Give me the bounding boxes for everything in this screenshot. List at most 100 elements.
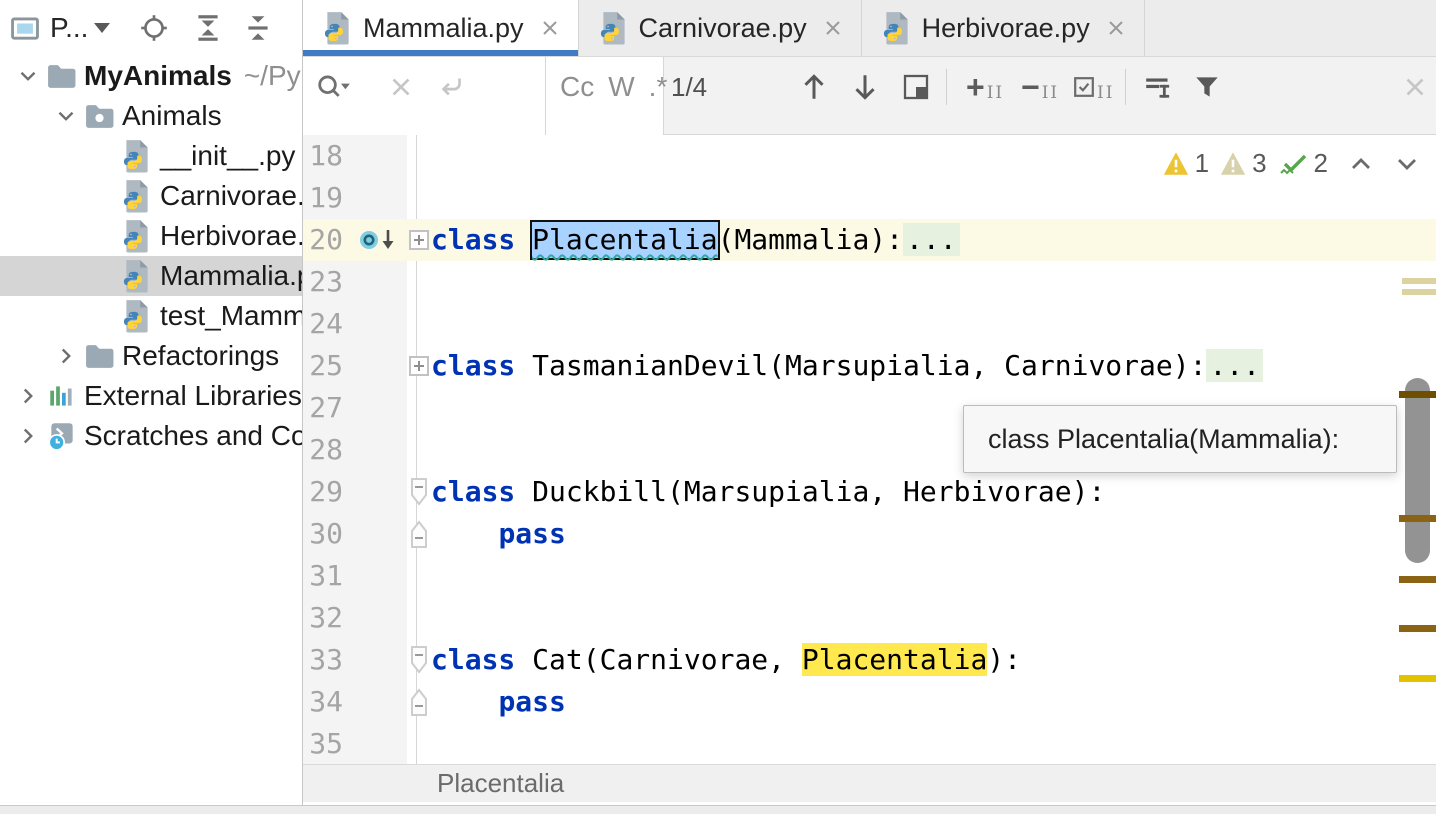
chevron-right-icon[interactable] xyxy=(48,343,84,369)
override-marker-icon[interactable] xyxy=(349,219,407,261)
folded-region[interactable]: ... xyxy=(903,223,960,256)
previous-occurrence-button[interactable] xyxy=(798,67,830,107)
sidebar-item-animals[interactable]: Animals xyxy=(0,96,302,136)
search-toggles: Cc W .* xyxy=(546,57,664,135)
tab-carnivorae-py[interactable]: Carnivorae.py xyxy=(579,0,862,56)
error-stripe-mark[interactable] xyxy=(1402,289,1436,295)
close-tab-icon[interactable] xyxy=(821,16,845,40)
line-number: 34 xyxy=(303,681,349,723)
preserve-case-button[interactable] xyxy=(1141,67,1177,107)
next-problem-icon[interactable] xyxy=(1392,149,1422,179)
close-findbar-icon[interactable] xyxy=(1399,67,1431,107)
fold-open-top-icon[interactable] xyxy=(407,471,431,513)
gutter-icon-slot xyxy=(349,723,407,764)
code-line-30: 30 pass xyxy=(303,513,1436,555)
prev-problem-icon[interactable] xyxy=(1346,149,1376,179)
error-stripe-mark[interactable] xyxy=(1402,278,1436,284)
weak-warning-count: 3 xyxy=(1252,148,1266,179)
search-input[interactable] xyxy=(303,57,546,135)
tab-mammalia-py[interactable]: Mammalia.py xyxy=(303,0,579,56)
sidebar-item-myanimals[interactable]: MyAnimals~/Py xyxy=(0,56,302,96)
next-occurrence-button[interactable] xyxy=(849,67,881,107)
filter-icon[interactable] xyxy=(1191,67,1223,107)
code-text[interactable]: class Placentalia(Mammalia):... xyxy=(431,219,960,261)
sidebar-item-mammalia-py[interactable]: Mammalia.py xyxy=(0,256,302,296)
gutter-icon-slot xyxy=(349,429,407,471)
fold-plus-icon[interactable] xyxy=(407,345,431,387)
clear-search-icon[interactable] xyxy=(385,71,417,103)
tree-item-label: __init__.py xyxy=(160,140,295,172)
sidebar-item--init-py[interactable]: __init__.py xyxy=(0,136,302,176)
remove-selection-button[interactable]: −II xyxy=(1021,67,1059,107)
code-text[interactable]: pass xyxy=(431,513,566,555)
error-stripe-mark[interactable] xyxy=(1399,675,1436,682)
error-stripe-mark[interactable] xyxy=(1399,625,1436,632)
weak-warning-indicator[interactable]: 3 xyxy=(1219,148,1266,179)
sidebar-item-herbivorae-py[interactable]: Herbivorae.py xyxy=(0,216,302,256)
regex-toggle[interactable]: .* xyxy=(649,71,668,103)
line-number: 25 xyxy=(303,345,349,387)
collapse-all-icon[interactable] xyxy=(242,8,274,48)
code-segment: Duckbill(Marsupialia, Herbivorae): xyxy=(515,475,1105,508)
folded-region[interactable]: ... xyxy=(1206,349,1263,382)
tree-item-label: Carnivorae.py xyxy=(160,180,303,212)
search-magnifier-icon[interactable] xyxy=(313,70,351,104)
chevron-right-icon[interactable] xyxy=(10,383,46,409)
match-case-toggle[interactable]: Cc xyxy=(560,71,594,103)
sidebar-item-test-mammalia-py[interactable]: test_Mammalia.py xyxy=(0,296,302,336)
breadcrumb-item[interactable]: Placentalia xyxy=(437,768,564,799)
status-bar xyxy=(0,805,1436,814)
tree-item-label: MyAnimals xyxy=(84,60,232,92)
open-in-find-window-button[interactable] xyxy=(901,67,931,107)
tool-window-icon[interactable] xyxy=(8,8,42,48)
chevron-down-icon[interactable] xyxy=(48,103,84,129)
findbar-separator xyxy=(946,69,947,105)
error-stripe-mark[interactable] xyxy=(1399,576,1436,583)
python-file-icon xyxy=(122,139,156,173)
code-text[interactable]: class TasmanianDevil(Marsupialia, Carniv… xyxy=(431,345,1263,387)
sidebar-item-scratches-and-consoles[interactable]: Scratches and Consoles xyxy=(0,416,302,456)
tab-label: Mammalia.py xyxy=(363,13,524,44)
add-selection-button[interactable]: +II xyxy=(966,67,1004,107)
ok-indicator[interactable]: 2 xyxy=(1277,148,1328,179)
error-stripe-mark[interactable] xyxy=(1399,391,1436,398)
words-toggle[interactable]: W xyxy=(608,71,634,103)
chevron-down-icon[interactable] xyxy=(10,63,46,89)
scratches-icon xyxy=(46,420,80,452)
sidebar-item-carnivorae-py[interactable]: Carnivorae.py xyxy=(0,176,302,216)
project-view-selector[interactable]: P... xyxy=(50,12,110,44)
close-tab-icon[interactable] xyxy=(1104,16,1128,40)
code-segment: ): xyxy=(987,643,1021,676)
code-text[interactable]: class Duckbill(Marsupialia, Herbivorae): xyxy=(431,471,1105,513)
declaration-tooltip: class Placentalia(Mammalia): xyxy=(963,405,1397,473)
code-segment: class xyxy=(431,349,515,382)
fold-slot xyxy=(407,135,431,177)
scrollbar-thumb[interactable] xyxy=(1405,378,1430,563)
line-number: 19 xyxy=(303,177,349,219)
expand-all-icon[interactable] xyxy=(192,8,224,48)
code-text[interactable]: pass xyxy=(431,681,566,723)
fold-open-bottom-icon[interactable] xyxy=(407,513,431,555)
sidebar-item-external-libraries[interactable]: External Libraries xyxy=(0,376,302,416)
gutter-icon-slot xyxy=(349,135,407,177)
gutter-icon-slot xyxy=(349,471,407,513)
code-segment: class xyxy=(431,223,515,256)
code-editor[interactable]: 181920class Placentalia(Mammalia):...232… xyxy=(303,135,1436,764)
chevron-right-icon[interactable] xyxy=(10,423,46,449)
code-text[interactable]: class Cat(Carnivorae, Placentalia): xyxy=(431,639,1021,681)
sidebar-item-refactorings[interactable]: Refactorings xyxy=(0,336,302,376)
code-segment: class xyxy=(431,643,515,676)
code-segment: pass xyxy=(498,517,565,550)
fold-open-top-icon[interactable] xyxy=(407,639,431,681)
tab-herbivorae-py[interactable]: Herbivorae.py xyxy=(862,0,1145,56)
newline-icon[interactable] xyxy=(435,71,467,103)
fold-open-bottom-icon[interactable] xyxy=(407,681,431,723)
select-all-occurrences-button[interactable]: II xyxy=(1073,67,1114,107)
fold-plus-icon[interactable] xyxy=(407,219,431,261)
warning-indicator[interactable]: 1 xyxy=(1162,148,1209,179)
editor-tabs: Mammalia.py Carnivorae.pyHerbivorae.py xyxy=(303,0,1436,57)
error-stripe-mark[interactable] xyxy=(1399,515,1436,522)
locate-target-icon[interactable] xyxy=(138,8,170,48)
close-tab-icon[interactable] xyxy=(538,16,562,40)
match-counter: 1/4 xyxy=(671,67,707,107)
